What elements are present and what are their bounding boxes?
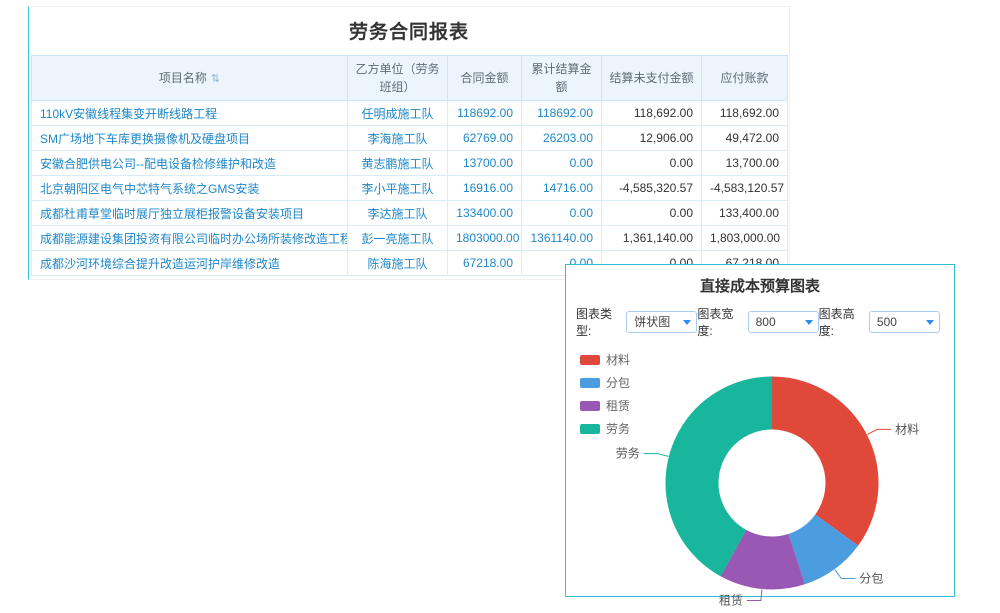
col-header-project[interactable]: 项目名称 ⇅ <box>32 56 348 101</box>
chart-controls: 图表类型: 饼状图 图表宽度: 800 图表高度: 500 <box>566 296 954 345</box>
unpaid-amount-cell: 118,692.00 <box>602 101 702 126</box>
project-name-cell[interactable]: 110kV安徽线程集变开断线路工程 <box>32 101 348 126</box>
unpaid-amount-cell: 1,361,140.00 <box>602 226 702 251</box>
contract-amount-cell: 13700.00 <box>448 151 522 176</box>
chart-width-label: 图表宽度: <box>697 305 745 339</box>
donut-chart[interactable]: 材料分包租赁劳务 <box>592 345 952 613</box>
chart-width-control: 图表宽度: 800 <box>697 305 818 339</box>
payable-cell: 1,803,000.00 <box>702 226 788 251</box>
settled-amount-cell: 0.00 <box>522 151 602 176</box>
col-header-unpaid-amount: 结算未支付金额 <box>602 56 702 101</box>
chart-panel-title: 直接成本预算图表 <box>566 265 954 296</box>
unpaid-amount-cell: 0.00 <box>602 151 702 176</box>
contract-amount-cell: 67218.00 <box>448 251 522 276</box>
legend-label: 租赁 <box>606 397 630 414</box>
chevron-down-icon <box>805 320 813 325</box>
chevron-down-icon <box>926 320 934 325</box>
col-header-payable: 应付账款 <box>702 56 788 101</box>
settled-amount-cell: 118692.00 <box>522 101 602 126</box>
table-row: 安徽合肥供电公司--配电设备检修维护和改造黄志鹏施工队13700.000.000… <box>32 151 788 176</box>
contract-amount-cell: 16916.00 <box>448 176 522 201</box>
settled-amount-cell: 0.00 <box>522 201 602 226</box>
payable-cell: 133,400.00 <box>702 201 788 226</box>
unpaid-amount-cell: 12,906.00 <box>602 126 702 151</box>
unit-cell[interactable]: 彭一亮施工队 <box>348 226 448 251</box>
legend-label: 分包 <box>606 374 630 391</box>
labor-contract-report-panel: 劳务合同报表 项目名称 ⇅ 乙方单位（劳务班组） 合同金额 累计结算金额 结算未支… <box>28 6 790 280</box>
col-header-project-label: 项目名称 <box>159 71 207 85</box>
project-name-cell[interactable]: SM广场地下车库更换摄像机及硬盘项目 <box>32 126 348 151</box>
chart-width-select[interactable]: 800 <box>748 311 819 333</box>
slice-label: 劳务 <box>616 446 640 461</box>
col-header-settled-amount: 累计结算金额 <box>522 56 602 101</box>
unpaid-amount-cell: 0.00 <box>602 201 702 226</box>
payable-cell: 49,472.00 <box>702 126 788 151</box>
unpaid-amount-cell: -4,585,320.57 <box>602 176 702 201</box>
legend-swatch <box>580 401 600 411</box>
legend-swatch <box>580 378 600 388</box>
unit-cell[interactable]: 李小平施工队 <box>348 176 448 201</box>
slice-label: 分包 <box>859 571 883 585</box>
cost-budget-chart-panel: 直接成本预算图表 图表类型: 饼状图 图表宽度: 800 图表高度: 500 材… <box>565 264 955 597</box>
unit-cell[interactable]: 陈海施工队 <box>348 251 448 276</box>
unit-cell[interactable]: 李达施工队 <box>348 201 448 226</box>
chart-height-select[interactable]: 500 <box>869 311 940 333</box>
legend-item[interactable]: 材料 <box>580 351 630 368</box>
chart-legend: 材料分包租赁劳务 <box>580 351 630 443</box>
label-leader-line <box>747 590 762 601</box>
table-row: 北京朝阳区电气中芯特气系统之GMS安装李小平施工队16916.0014716.0… <box>32 176 788 201</box>
chart-type-value: 饼状图 <box>634 315 670 329</box>
contract-amount-cell: 133400.00 <box>448 201 522 226</box>
legend-item[interactable]: 劳务 <box>580 420 630 437</box>
unit-cell[interactable]: 李海施工队 <box>348 126 448 151</box>
project-name-cell[interactable]: 成都能源建设集团投资有限公司临时办公场所装修改造工程EPC <box>32 226 348 251</box>
table-header-row: 项目名称 ⇅ 乙方单位（劳务班组） 合同金额 累计结算金额 结算未支付金额 应付账… <box>32 56 788 101</box>
legend-label: 材料 <box>606 351 630 368</box>
chart-type-label: 图表类型: <box>576 305 624 339</box>
slice-label: 材料 <box>895 422 919 436</box>
chart-height-value: 500 <box>877 315 897 329</box>
col-header-contract-amount: 合同金额 <box>448 56 522 101</box>
contract-amount-cell: 118692.00 <box>448 101 522 126</box>
chevron-down-icon <box>683 320 691 325</box>
chart-width-value: 800 <box>756 315 776 329</box>
project-name-cell[interactable]: 安徽合肥供电公司--配电设备检修维护和改造 <box>32 151 348 176</box>
unit-cell[interactable]: 黄志鹏施工队 <box>348 151 448 176</box>
legend-swatch <box>580 424 600 434</box>
page-title: 劳务合同报表 <box>29 7 789 55</box>
project-name-cell[interactable]: 成都沙河环境综合提升改造运河护岸维修改造 <box>32 251 348 276</box>
project-name-cell[interactable]: 成都杜甫草堂临时展厅独立展柜报警设备安装项目 <box>32 201 348 226</box>
table-row: 成都杜甫草堂临时展厅独立展柜报警设备安装项目李达施工队133400.000.00… <box>32 201 788 226</box>
chart-type-control: 图表类型: 饼状图 <box>576 305 697 339</box>
unit-cell[interactable]: 任明成施工队 <box>348 101 448 126</box>
contract-amount-cell: 1803000.00 <box>448 226 522 251</box>
label-leader-line <box>835 570 855 579</box>
labor-contract-table: 项目名称 ⇅ 乙方单位（劳务班组） 合同金额 累计结算金额 结算未支付金额 应付账… <box>31 55 788 276</box>
chart-height-label: 图表高度: <box>819 305 867 339</box>
slice-label: 租赁 <box>719 593 743 607</box>
label-leader-line <box>644 454 669 457</box>
payable-cell: 118,692.00 <box>702 101 788 126</box>
chart-type-select[interactable]: 饼状图 <box>626 311 697 333</box>
payable-cell: 13,700.00 <box>702 151 788 176</box>
contract-amount-cell: 62769.00 <box>448 126 522 151</box>
sort-icon[interactable]: ⇅ <box>211 73 220 85</box>
settled-amount-cell: 26203.00 <box>522 126 602 151</box>
project-name-cell[interactable]: 北京朝阳区电气中芯特气系统之GMS安装 <box>32 176 348 201</box>
settled-amount-cell: 14716.00 <box>522 176 602 201</box>
chart-area: 材料分包租赁劳务 材料分包租赁劳务 <box>566 345 954 613</box>
table-row: 110kV安徽线程集变开断线路工程任明成施工队118692.00118692.0… <box>32 101 788 126</box>
payable-cell: -4,583,120.57 <box>702 176 788 201</box>
chart-height-control: 图表高度: 500 <box>819 305 940 339</box>
report-table-body: 110kV安徽线程集变开断线路工程任明成施工队118692.00118692.0… <box>32 101 788 276</box>
label-leader-line <box>867 429 891 434</box>
col-header-unit: 乙方单位（劳务班组） <box>348 56 448 101</box>
legend-item[interactable]: 分包 <box>580 374 630 391</box>
table-row: SM广场地下车库更换摄像机及硬盘项目李海施工队62769.0026203.001… <box>32 126 788 151</box>
legend-swatch <box>580 355 600 365</box>
legend-item[interactable]: 租赁 <box>580 397 630 414</box>
table-row: 成都能源建设集团投资有限公司临时办公场所装修改造工程EPC彭一亮施工队18030… <box>32 226 788 251</box>
legend-label: 劳务 <box>606 420 630 437</box>
settled-amount-cell: 1361140.00 <box>522 226 602 251</box>
